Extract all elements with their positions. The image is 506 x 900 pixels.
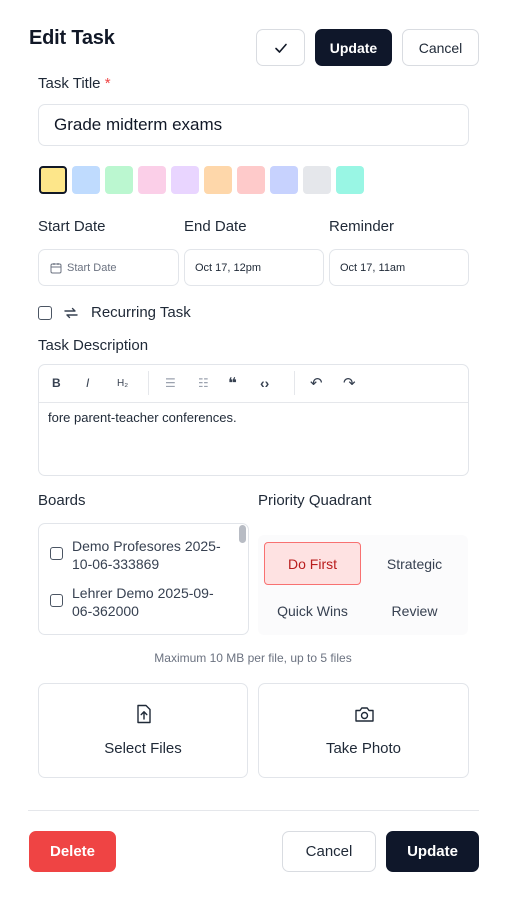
end-date-input[interactable]: Oct 17, 12pm xyxy=(184,249,324,286)
delete-button[interactable]: Delete xyxy=(29,831,116,872)
take-photo-button[interactable]: Take Photo xyxy=(258,683,469,778)
quadrant-do-first[interactable]: Do First xyxy=(264,542,361,585)
header-update-button[interactable]: Update xyxy=(315,29,392,66)
bullet-list-button[interactable]: ☰ xyxy=(165,374,176,392)
start-date-label: Start Date xyxy=(38,218,106,235)
description-text[interactable]: fore parent-teacher conferences. xyxy=(48,410,237,425)
footer-divider xyxy=(28,810,479,811)
description-label: Task Description xyxy=(38,337,149,354)
undo-button[interactable]: ↶ xyxy=(310,374,323,392)
redo-button[interactable]: ↷ xyxy=(343,374,356,392)
toolbar-divider xyxy=(39,402,468,403)
camera-icon xyxy=(355,707,374,722)
reminder-value: Oct 17, 11am xyxy=(340,261,406,274)
board-label: Demo Profesores 2025-10-06-333869 xyxy=(72,538,221,572)
take-photo-label: Take Photo xyxy=(325,740,402,757)
end-date-value: Oct 17, 12pm xyxy=(195,261,262,274)
italic-button[interactable]: I xyxy=(86,374,89,392)
task-title-label: Task Title * xyxy=(38,75,111,92)
boards-scrollbar[interactable] xyxy=(239,525,246,543)
heading-button[interactable]: H₂ xyxy=(117,374,128,392)
boards-label: Boards xyxy=(38,492,86,509)
quadrant-quick-wins[interactable]: Quick Wins xyxy=(264,590,361,632)
start-date-placeholder: Start Date xyxy=(67,261,117,274)
reminder-label: Reminder xyxy=(329,218,395,235)
task-title-value: Grade midterm exams xyxy=(54,115,223,134)
color-swatch[interactable] xyxy=(39,166,67,194)
select-files-label: Select Files xyxy=(104,740,182,757)
footer-update-button[interactable]: Update xyxy=(386,831,479,872)
reminder-input[interactable]: Oct 17, 11am xyxy=(329,249,469,286)
quadrant-strategic[interactable]: Strategic xyxy=(365,542,464,585)
footer-cancel-button[interactable]: Cancel xyxy=(282,831,376,872)
color-swatch[interactable] xyxy=(138,166,166,194)
board-label: Lehrer Demo 2025-09-06-362000 xyxy=(72,585,214,619)
color-swatch[interactable] xyxy=(204,166,232,194)
required-mark: * xyxy=(104,75,111,92)
quote-button[interactable]: ❝ xyxy=(228,374,237,392)
ordered-list-button[interactable]: ☷ xyxy=(198,374,209,392)
color-swatch[interactable] xyxy=(72,166,100,194)
recurring-checkbox[interactable] xyxy=(38,306,52,320)
color-swatch[interactable] xyxy=(237,166,265,194)
page-title: Edit Task xyxy=(29,27,115,49)
color-swatch[interactable] xyxy=(303,166,331,194)
task-title-label-text: Task Title xyxy=(38,75,101,92)
board-checkbox[interactable] xyxy=(50,594,63,607)
header-cancel-button[interactable]: Cancel xyxy=(402,29,479,66)
file-upload-icon xyxy=(137,704,151,724)
task-title-input[interactable]: Grade midterm exams xyxy=(38,104,469,146)
recurring-label: Recurring Task xyxy=(91,304,191,321)
upload-hint: Maximum 10 MB per file, up to 5 files xyxy=(154,651,352,665)
check-icon xyxy=(274,43,287,53)
color-swatch[interactable] xyxy=(105,166,133,194)
toolbar-separator xyxy=(294,371,295,395)
select-files-button[interactable]: Select Files xyxy=(38,683,248,778)
priority-label: Priority Quadrant xyxy=(258,492,372,509)
quadrant-review[interactable]: Review xyxy=(365,590,464,632)
end-date-label: End Date xyxy=(184,218,247,235)
board-checkbox[interactable] xyxy=(50,547,63,560)
confirm-button[interactable] xyxy=(256,29,305,66)
toolbar-separator xyxy=(148,371,149,395)
color-swatch[interactable] xyxy=(171,166,199,194)
calendar-icon xyxy=(50,262,62,273)
code-button[interactable]: ‹› xyxy=(260,374,269,392)
repeat-icon xyxy=(64,307,78,319)
color-swatch[interactable] xyxy=(270,166,298,194)
bold-button[interactable]: B xyxy=(52,374,61,392)
start-date-input[interactable]: Start Date xyxy=(38,249,179,286)
color-swatch[interactable] xyxy=(336,166,364,194)
